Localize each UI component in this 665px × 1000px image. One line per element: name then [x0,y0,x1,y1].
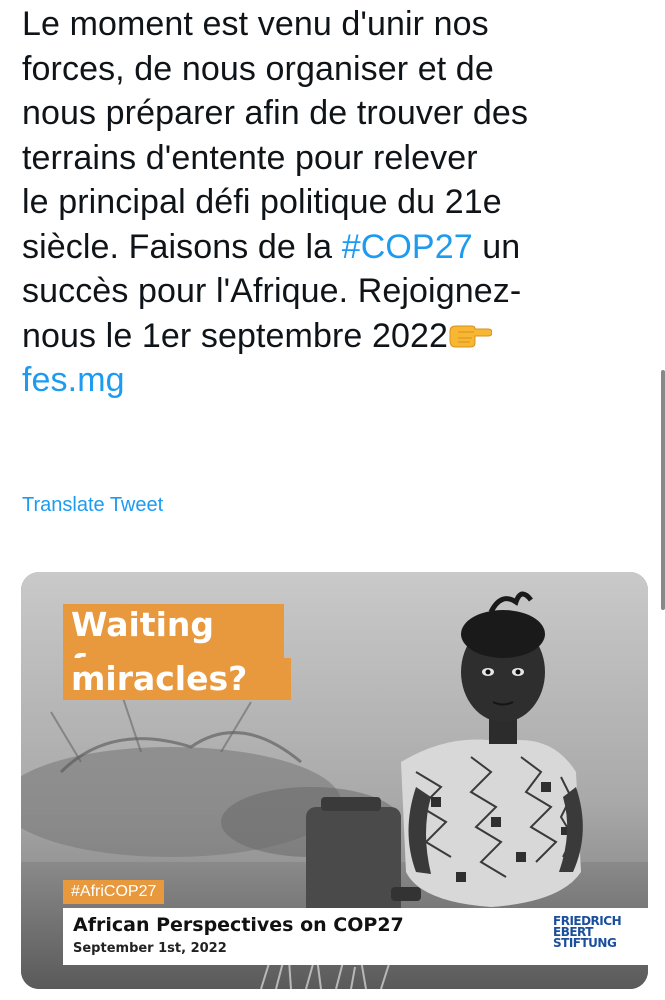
tweet-line: terrains d'entente pour relever [22,138,478,177]
tweet-line: succès pour l'Afrique. Rejoignez- [22,272,522,310]
tweet-line: le principal défi politique du 21e [22,183,502,221]
hashtag-badge: #AfriCOP27 [63,880,165,904]
tweet-text-segment: un [472,227,521,266]
tweet-line: nous préparer afin de trouver des [22,94,529,132]
headline-line-2: miracles? [63,658,291,700]
translate-tweet-link[interactable]: Translate Tweet [22,494,163,517]
caption-bar: African Perspectives on COP27 September … [63,908,648,965]
logo-line: STIFTUNG [553,936,617,950]
tweet-line: nous le 1er septembre 2022 [22,314,642,359]
tweet-text-segment: nous le 1er septembre 2022 [22,316,448,355]
fes-logo: FRIEDRICH EBERT STIFTUNG [553,915,633,960]
tweet-media-image[interactable]: Waiting for miracles? #AfriCOP27 African… [21,572,648,989]
scrollbar-thumb[interactable] [661,370,665,610]
hashtag-link-cop27[interactable]: #COP27 [342,228,473,266]
tweet-text: Le moment est venu d'unir nos forces, de… [22,2,642,403]
tweet-line: Le moment est venu d'unir nos [22,5,489,43]
caption-date: September 1st, 2022 [73,941,227,956]
tweet-line: siècle. Faisons de la #COP27 un [22,225,642,270]
caption-title: African Perspectives on COP27 [73,914,404,936]
fes-link[interactable]: fes.mg [22,358,642,403]
tweet-line: forces, de nous organiser et de [22,49,494,88]
tweet-text-segment: siècle. Faisons de la [22,227,342,266]
pointing-right-hand-icon [449,325,492,347]
